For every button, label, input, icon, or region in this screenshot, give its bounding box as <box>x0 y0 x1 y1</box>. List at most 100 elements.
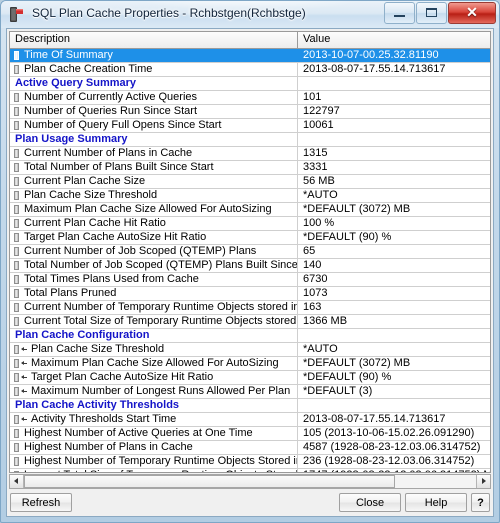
cell-description: Number of Query Full Opens Since Start <box>10 119 298 132</box>
scroll-left-button[interactable] <box>10 475 24 488</box>
window-title: SQL Plan Cache Properties - Rchbstgen(Rc… <box>32 6 306 20</box>
cell-description: Plan Cache Size Threshold <box>10 189 298 202</box>
table-row[interactable]: Total Number of Job Scoped (QTEMP) Plans… <box>10 259 490 273</box>
column-icon <box>14 163 19 172</box>
table-row[interactable]: Plan Cache Creation Time 2013-08-07-17.55… <box>10 63 490 77</box>
table-section-row[interactable]: Plan Usage Summary <box>10 133 490 147</box>
cell-description: Plan Cache Activity Thresholds <box>10 399 298 412</box>
cell-value: 236 (1928-08-23-12.03.06.314752) <box>303 455 475 467</box>
cell-value: 1366 MB <box>303 315 348 327</box>
cell-description: Target Plan Cache AutoSize Hit Ratio <box>10 231 298 244</box>
scroll-right-button[interactable] <box>476 475 490 488</box>
cell-value <box>298 77 490 90</box>
title-bar[interactable]: SQL Plan Cache Properties - Rchbstgen(Rc… <box>1 1 499 28</box>
table-row[interactable]: Target Plan Cache AutoSize Hit Ratio *DEF… <box>10 231 490 245</box>
cell-description: Highest Number of Plans in Cache <box>10 441 298 454</box>
cell-description: Plan Cache Size Threshold <box>10 343 298 356</box>
table-row[interactable]: Plan Cache Size Threshold *AUTO <box>10 189 490 203</box>
table-row[interactable]: Current Total Size of Temporary Runtime … <box>10 315 490 329</box>
table-row[interactable]: Maximum Plan Cache Size Allowed For Auto… <box>10 203 490 217</box>
column-icon <box>14 443 19 452</box>
table-section-row[interactable]: Active Query Summary <box>10 77 490 91</box>
minimize-button[interactable] <box>384 2 415 24</box>
column-icon <box>14 359 19 368</box>
cell-description: Maximum Number of Longest Runs Allowed P… <box>10 385 298 398</box>
maximize-button[interactable] <box>416 2 447 24</box>
column-icon <box>14 65 19 74</box>
column-icon <box>14 51 19 60</box>
table-row[interactable]: Current Number of Temporary Runtime Obje… <box>10 301 490 315</box>
arrow-left-icon <box>21 373 28 382</box>
table-row[interactable]: Total Number of Plans Built Since Start 3… <box>10 161 490 175</box>
table-row[interactable]: Current Plan Cache Hit Ratio 100 % <box>10 217 490 231</box>
cell-description: Number of Currently Active Queries <box>10 91 298 104</box>
table-row[interactable]: Maximum Number of Longest Runs Allowed P… <box>10 385 490 399</box>
column-header-description[interactable]: Description <box>10 32 298 48</box>
cell-value: *DEFAULT (90) % <box>303 231 392 243</box>
row-label: Plan Usage Summary <box>15 133 128 145</box>
cell-description: Target Plan Cache AutoSize Hit Ratio <box>10 371 298 384</box>
row-label: Total Number of Job Scoped (QTEMP) Plans… <box>24 259 298 271</box>
table-row[interactable]: Plan Cache Size Threshold *AUTO <box>10 343 490 357</box>
table-row[interactable]: Total Plans Pruned 1073 <box>10 287 490 301</box>
window-controls: ✕ <box>383 2 496 24</box>
row-label: Active Query Summary <box>15 77 137 89</box>
cell-description: Current Number of Plans in Cache <box>10 147 298 160</box>
cell-value: 65 <box>303 245 316 257</box>
cell-description: Current Number of Job Scoped (QTEMP) Pla… <box>10 245 298 258</box>
row-label: Maximum Number of Longest Runs Allowed P… <box>31 385 291 397</box>
table-body: Time Of Summary 2013-10-07-00.25.32.81190… <box>10 49 490 472</box>
cell-description: Maximum Plan Cache Size Allowed For Auto… <box>10 357 298 370</box>
cell-value: 2013-08-07-17.55.14.713617 <box>303 63 446 75</box>
arrow-left-icon <box>21 345 28 354</box>
table-row[interactable]: Largest Total Size of Temporary Runtime … <box>10 469 490 472</box>
scrollbar-thumb[interactable] <box>24 475 395 488</box>
cell-value: *DEFAULT (3072) MB <box>303 203 411 215</box>
close-dialog-button[interactable]: Close <box>339 493 401 512</box>
table-row[interactable]: Current Number of Job Scoped (QTEMP) Pla… <box>10 245 490 259</box>
row-label: Total Times Plans Used from Cache <box>24 273 199 285</box>
table-row[interactable]: Highest Number of Temporary Runtime Obje… <box>10 455 490 469</box>
column-icon <box>14 177 19 186</box>
row-label: Highest Number of Active Queries at One … <box>24 427 253 439</box>
table-row[interactable]: Current Plan Cache Size 56 MB <box>10 175 490 189</box>
context-help-button[interactable]: ? <box>471 493 490 512</box>
table-row[interactable]: Current Number of Plans in Cache 1315 <box>10 147 490 161</box>
table-row[interactable]: Highest Number of Plans in Cache 4587 (19… <box>10 441 490 455</box>
table-section-row[interactable]: Plan Cache Activity Thresholds <box>10 399 490 413</box>
table-row[interactable]: Maximum Plan Cache Size Allowed For Auto… <box>10 357 490 371</box>
cell-value: 1073 <box>303 287 328 299</box>
cell-value: 101 <box>303 91 322 103</box>
cell-value: 10061 <box>303 119 334 131</box>
row-label: Highest Number of Plans in Cache <box>24 441 193 453</box>
properties-table: Description Value Time Of Summary 2013-10… <box>9 31 491 473</box>
table-row[interactable]: Total Times Plans Used from Cache 6730 <box>10 273 490 287</box>
help-button[interactable]: Help <box>405 493 467 512</box>
close-icon: ✕ <box>466 4 478 20</box>
close-button[interactable]: ✕ <box>448 2 496 24</box>
maximize-icon <box>426 8 437 17</box>
table-section-row[interactable]: Plan Cache Configuration <box>10 329 490 343</box>
table-row[interactable]: Highest Number of Active Queries at One … <box>10 427 490 441</box>
table-row[interactable]: Number of Query Full Opens Since Start 10… <box>10 119 490 133</box>
column-icon <box>14 233 19 242</box>
column-icon <box>14 247 19 256</box>
table-row[interactable]: Number of Currently Active Queries 101 <box>10 91 490 105</box>
table-row[interactable]: Target Plan Cache AutoSize Hit Ratio *DEF… <box>10 371 490 385</box>
cell-value: 56 MB <box>303 175 335 187</box>
row-label: Maximum Plan Cache Size Allowed For Auto… <box>31 357 279 369</box>
table-row[interactable]: Activity Thresholds Start Time 2013-08-07… <box>10 413 490 427</box>
column-icon <box>14 345 19 354</box>
horizontal-scrollbar[interactable] <box>9 474 491 489</box>
table-row[interactable]: Time Of Summary 2013-10-07-00.25.32.81190 <box>10 49 490 63</box>
row-label: Current Number of Plans in Cache <box>24 147 193 159</box>
table-row[interactable]: Number of Queries Run Since Start 122797 <box>10 105 490 119</box>
cell-description: Active Query Summary <box>10 77 298 90</box>
cell-description: Current Plan Cache Size <box>10 175 298 188</box>
refresh-button[interactable]: Refresh <box>10 493 72 512</box>
scrollbar-track[interactable] <box>24 475 476 488</box>
column-header-value[interactable]: Value <box>298 32 490 48</box>
row-label: Highest Number of Temporary Runtime Obje… <box>24 455 297 467</box>
dialog-window: SQL Plan Cache Properties - Rchbstgen(Rc… <box>0 0 500 523</box>
row-label: Plan Cache Size Threshold <box>24 189 158 201</box>
